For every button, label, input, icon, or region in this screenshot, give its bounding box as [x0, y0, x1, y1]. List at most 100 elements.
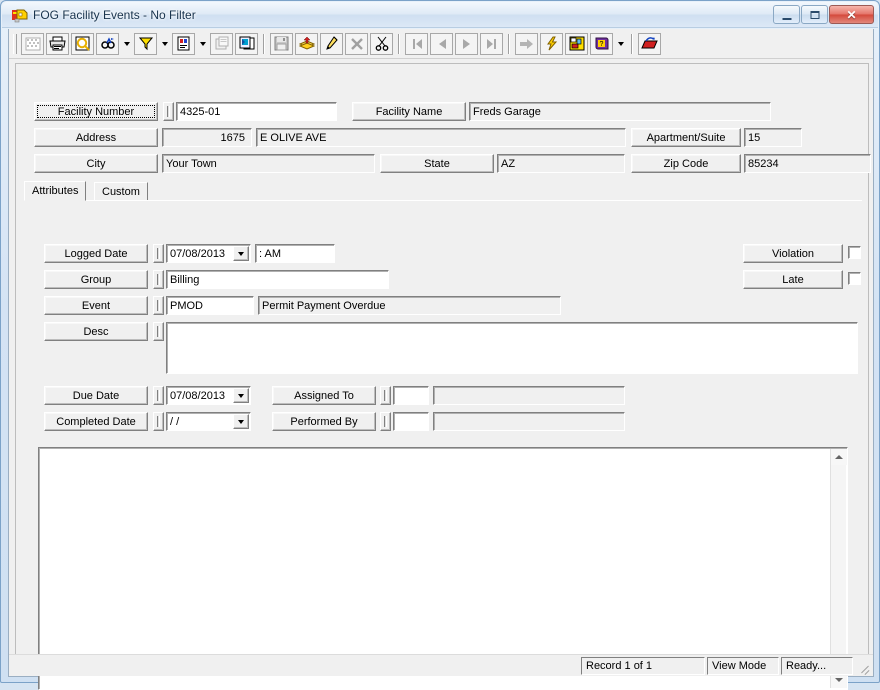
performed-by-code-input[interactable] — [393, 412, 429, 431]
print-preview-icon[interactable] — [71, 32, 94, 55]
due-date-label-button[interactable]: Due Date — [44, 386, 148, 405]
logged-date-dropdown-button[interactable] — [233, 246, 249, 261]
chevron-down-icon — [161, 41, 168, 46]
find-dropdown-button[interactable] — [120, 33, 133, 55]
help-icon[interactable]: ? — [590, 32, 613, 55]
toolbar-separator — [508, 33, 510, 54]
address-number-input[interactable]: 1675 — [162, 128, 252, 147]
delete-icon[interactable] — [345, 32, 368, 55]
assigned-to-label-button[interactable]: Assigned To — [272, 386, 376, 405]
group-lookup-button[interactable] — [153, 270, 164, 289]
last-record-icon[interactable] — [480, 32, 503, 55]
completed-date-combo[interactable]: / / — [166, 412, 251, 431]
event-label-button[interactable]: Event — [44, 296, 148, 315]
state-label: State — [424, 157, 450, 170]
minimize-button[interactable] — [773, 5, 800, 24]
city-label-button[interactable]: City — [34, 154, 158, 173]
filter-icon[interactable] — [134, 32, 157, 55]
close-button[interactable]: ✕ — [829, 5, 874, 24]
facility-name-label-button[interactable]: Facility Name — [352, 102, 466, 121]
facility-number-lookup-button[interactable] — [163, 102, 174, 121]
completed-date-dropdown-button[interactable] — [233, 414, 249, 429]
apartment-suite-input[interactable]: 15 — [744, 128, 802, 147]
facility-number-label-button[interactable]: Facility Number — [34, 102, 158, 121]
tab-strip: Attributes Custom — [24, 181, 862, 201]
filter-dropdown-button[interactable] — [158, 33, 171, 55]
assigned-to-code-input[interactable] — [393, 386, 429, 405]
violation-checkbox[interactable] — [848, 246, 861, 259]
copy-record-icon[interactable] — [235, 32, 258, 55]
event-lookup-button[interactable] — [153, 296, 164, 315]
state-input[interactable]: AZ — [497, 154, 625, 173]
find-icon[interactable] — [96, 32, 119, 55]
due-date-lookup-button[interactable] — [153, 386, 164, 405]
late-label-button[interactable]: Late — [743, 270, 843, 289]
performed-by-lookup-button[interactable] — [380, 412, 391, 431]
previous-record-icon[interactable] — [430, 32, 453, 55]
violation-label-button[interactable]: Violation — [743, 244, 843, 263]
report-icon[interactable] — [172, 32, 195, 55]
window-controls: ✕ — [773, 5, 874, 24]
due-date-combo[interactable]: 07/08/2013 — [166, 386, 251, 405]
save-icon[interactable] — [270, 32, 293, 55]
cut-icon[interactable] — [370, 32, 393, 55]
first-record-icon[interactable] — [405, 32, 428, 55]
group-label-button[interactable]: Group — [44, 270, 148, 289]
group-value: Billing — [170, 273, 200, 286]
main-toolbar: ? — [9, 29, 873, 59]
due-date-dropdown-button[interactable] — [233, 388, 249, 403]
help-dropdown-button[interactable] — [614, 33, 627, 55]
group-input[interactable]: Billing — [166, 270, 389, 289]
city-input[interactable]: Your Town — [162, 154, 375, 173]
properties-icon[interactable] — [210, 32, 233, 55]
report-dropdown-button[interactable] — [196, 33, 209, 55]
notes-vertical-scrollbar[interactable] — [830, 449, 847, 688]
toolbar-separator — [631, 33, 633, 54]
logged-date-lookup-button[interactable] — [153, 244, 164, 263]
map-icon[interactable] — [565, 32, 588, 55]
facility-name-input[interactable]: Freds Garage — [469, 102, 771, 121]
performed-by-name-input[interactable] — [433, 412, 625, 431]
edit-icon[interactable] — [320, 32, 343, 55]
maximize-button[interactable] — [801, 5, 828, 24]
goto-icon[interactable] — [515, 32, 538, 55]
logged-time-input[interactable]: : AM — [255, 244, 335, 263]
assigned-to-name-input[interactable] — [433, 386, 625, 405]
desc-lookup-button[interactable] — [153, 322, 164, 341]
event-description-input[interactable]: Permit Payment Overdue — [258, 296, 561, 315]
application-window: FOG Facility Events - No Filter ✕ ? Faci… — [0, 0, 880, 690]
next-record-icon[interactable] — [455, 32, 478, 55]
print-icon[interactable] — [46, 32, 69, 55]
apartment-suite-label-button[interactable]: Apartment/Suite — [631, 128, 741, 147]
zip-code-label-button[interactable]: Zip Code — [631, 154, 741, 173]
performed-by-label: Performed By — [290, 415, 358, 428]
tab-custom[interactable]: Custom — [94, 182, 148, 201]
exit-icon[interactable] — [638, 32, 661, 55]
state-label-button[interactable]: State — [380, 154, 494, 173]
due-date-value: 07/08/2013 — [170, 389, 226, 402]
address-street-input[interactable]: E OLIVE AVE — [256, 128, 626, 147]
apartment-suite-label: Apartment/Suite — [646, 131, 726, 144]
scroll-up-button[interactable] — [831, 449, 847, 465]
event-code-input[interactable]: PMOD — [166, 296, 254, 315]
logged-date-label-button[interactable]: Logged Date — [44, 244, 148, 263]
logged-date-combo[interactable]: 07/08/2013 — [166, 244, 251, 263]
toolbar-grip[interactable] — [13, 33, 17, 54]
add-icon[interactable] — [295, 32, 318, 55]
completed-date-lookup-button[interactable] — [153, 412, 164, 431]
desc-label-button[interactable]: Desc — [44, 322, 148, 341]
logged-date-value: 07/08/2013 — [170, 247, 226, 260]
event-description-value: Permit Payment Overdue — [262, 299, 386, 312]
action-icon[interactable] — [540, 32, 563, 55]
grid-view-icon[interactable] — [21, 32, 44, 55]
assigned-to-lookup-button[interactable] — [380, 386, 391, 405]
performed-by-label-button[interactable]: Performed By — [272, 412, 376, 431]
tab-attributes[interactable]: Attributes — [24, 181, 87, 201]
zip-code-input[interactable]: 85234 — [744, 154, 871, 173]
completed-date-label-button[interactable]: Completed Date — [44, 412, 148, 431]
late-checkbox[interactable] — [848, 272, 861, 285]
resize-grip[interactable] — [855, 658, 871, 674]
facility-number-input[interactable]: 4325-01 — [176, 102, 337, 121]
desc-textarea[interactable] — [166, 322, 858, 374]
address-label-button[interactable]: Address — [34, 128, 158, 147]
